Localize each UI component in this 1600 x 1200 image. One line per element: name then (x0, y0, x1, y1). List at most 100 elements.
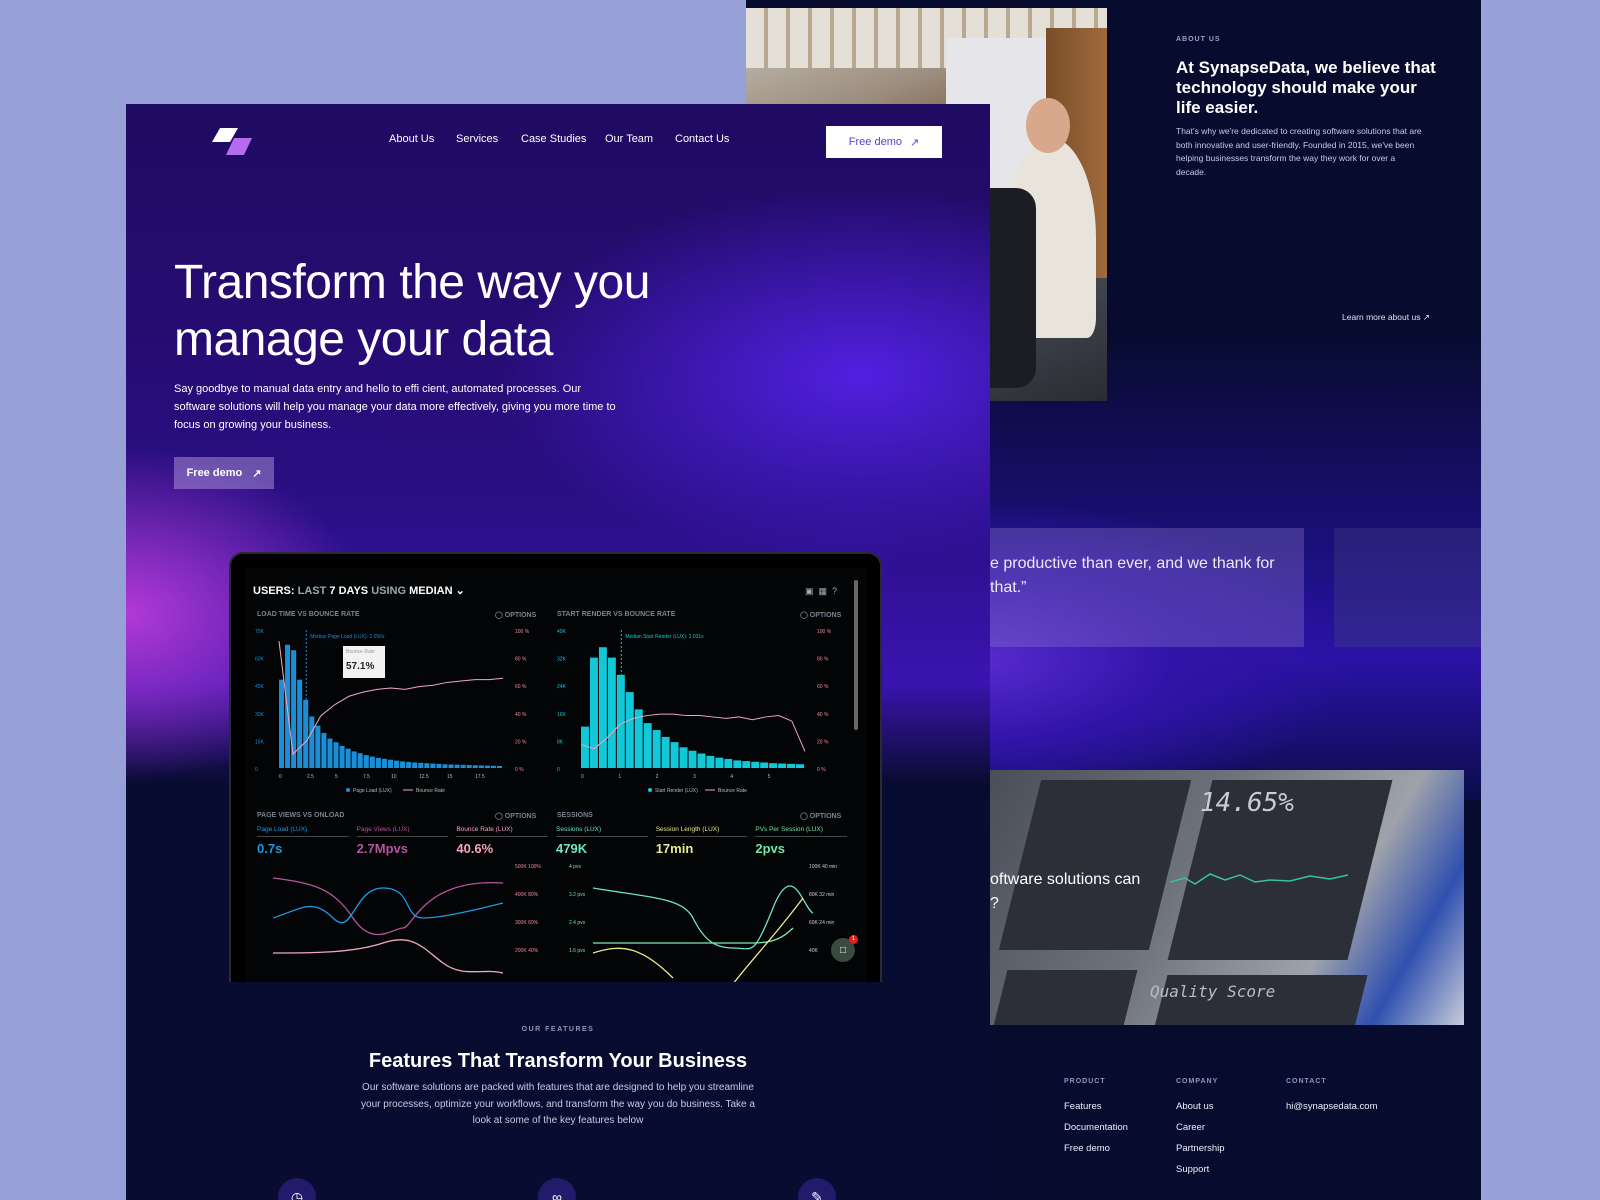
histogram-bar (291, 650, 297, 768)
y-tick-label: 75K (255, 629, 265, 635)
series-line (272, 887, 504, 924)
arrow-up-right-icon: ↗ (909, 136, 920, 149)
sparkline (1170, 873, 1349, 885)
footer-link[interactable]: Career (1176, 1122, 1225, 1133)
testimonial-quote: e productive than ever, and we thank for… (990, 555, 1275, 596)
histogram-bar (490, 765, 496, 768)
y-tick-label: 80 % (515, 657, 527, 663)
free-demo-nav-button[interactable]: Free demo ↗ (826, 126, 942, 158)
series-line (592, 885, 814, 950)
footer-link[interactable]: Partnership (1176, 1143, 1225, 1154)
features-title: Features That Transform Your Business (368, 1050, 748, 1072)
start-render-chart: 40K 32K 24K 16K 8K 0 100 % 80 % 60 % 40 % 20 % 0 % 0… (557, 629, 832, 794)
metric-value: 2pvs (755, 841, 785, 856)
panel-title: PAGE VIEWS VS ONLOAD (257, 812, 345, 819)
footer-link[interactable]: Features (1064, 1101, 1128, 1112)
chevron-down-icon[interactable]: ⌄ (456, 585, 465, 597)
tooltip-value: 57.1% (346, 661, 375, 672)
panel-title: SESSIONS (557, 812, 593, 819)
x-tick-label: 0 (581, 774, 584, 780)
dashboard-screen: USERS: LAST 7 DAYS USING MEDIAN ⌄ ▣▦? LO… (245, 568, 867, 982)
learn-more-link[interactable]: Learn more about us ↗ (1342, 312, 1430, 323)
nav-contact-us[interactable]: Contact Us (675, 133, 729, 145)
histogram-bar (581, 726, 589, 768)
header-mode[interactable]: MEDIAN (409, 585, 452, 597)
export-icon[interactable]: ▦ (819, 586, 833, 596)
ctr-value: 14.65% (1200, 788, 1294, 818)
x-tick-label: 17.5 (475, 774, 485, 780)
histogram-bar (394, 760, 400, 768)
y-tick-label: 100 % (515, 629, 530, 635)
options-label: OPTIONS (809, 813, 842, 820)
y-tick-label: 60 % (817, 684, 829, 690)
y-tick-label: 60 % (515, 684, 527, 690)
x-tick-label: 7.5 (363, 774, 370, 780)
histogram-bar (454, 764, 460, 768)
metrics-row: Page Load (LUX) 0.7s Page Views (LUX) 2.7Mp… (257, 826, 848, 856)
metric-label: Bounce Rate (LUX) (456, 826, 549, 837)
metric-card: Sessions (LUX) 479K (556, 826, 648, 856)
y-tick-label: 0 (557, 767, 560, 773)
y-tick-label: 0 % (817, 767, 826, 773)
nav-our-team[interactable]: Our Team (605, 133, 653, 145)
footer-link[interactable]: About us (1176, 1101, 1225, 1112)
histogram-bar (589, 657, 598, 768)
legend-label: Bounce Rate (718, 788, 747, 794)
chart-icon: ◷ (278, 1178, 316, 1200)
histogram-bar (321, 733, 327, 768)
panel-title: START RENDER VS BOUNCE RATE (557, 611, 676, 618)
histogram-bar (436, 763, 442, 768)
histogram-bar (333, 742, 339, 768)
cta-question: oftware solutions can ? (990, 871, 1141, 912)
histogram-bar (697, 753, 706, 768)
histogram-bar (430, 763, 436, 768)
sessions-charts: 500K 100% 400K 80% 300K 60% 200K 40% 4 pvs 3.… (272, 864, 837, 982)
footer-email-link[interactable]: hi@synapsedata.com (1286, 1101, 1378, 1112)
nav-about-us[interactable]: About Us (389, 133, 434, 145)
help-icon[interactable]: ? (832, 586, 842, 596)
free-demo-hero-button[interactable]: Free demo ↗ (174, 457, 274, 489)
x-tick-label: 15 (447, 774, 453, 780)
nav-case-studies[interactable]: Case Studies (521, 133, 586, 145)
dashboard-header: USERS: LAST 7 DAYS USING MEDIAN ⌄ (253, 584, 465, 597)
options-button[interactable]: ◯ OPTIONS (495, 812, 536, 820)
histogram-bar (643, 723, 652, 768)
x-tick-label: 12.5 (419, 774, 429, 780)
histogram-bar (733, 760, 742, 768)
histogram-bar (279, 679, 285, 768)
hero-subtitle: Say goodbye to manual data entry and hel… (174, 383, 616, 431)
histogram-bar (448, 764, 454, 768)
series-line (272, 939, 504, 974)
free-demo-label: Free demo (848, 136, 902, 148)
footer-link[interactable]: Support (1176, 1164, 1225, 1175)
tooltip: Bounce Rate 57.1% (343, 646, 385, 678)
synapsedata-logo (212, 128, 252, 155)
about-label: ABOUT US (1176, 36, 1221, 43)
y-tick-label: 30K (255, 712, 265, 718)
histogram-bar (369, 756, 375, 768)
y-tick-label: 100 % (817, 629, 832, 635)
x-tick-label: 5 (768, 774, 771, 780)
histogram-bar (751, 761, 760, 768)
learn-more-label: Learn more about us (1342, 312, 1421, 322)
header-using: USING (371, 585, 407, 597)
testimonial-card (1334, 528, 1481, 647)
footer-link[interactable]: Documentation (1064, 1122, 1128, 1133)
chat-button[interactable]: □ 1 (831, 935, 858, 962)
footer-link[interactable]: Free demo (1064, 1143, 1128, 1154)
screen-toolbar-icons[interactable]: ▣▦? (805, 586, 842, 597)
median-label: Median Page Load (LUX): 2.056s (310, 634, 385, 640)
histogram-bar (625, 692, 634, 768)
options-button[interactable]: ◯ OPTIONS (800, 812, 841, 820)
arrow-up-right-icon: ↗ (252, 467, 262, 480)
metric-card: Bounce Rate (LUX) 40.6% (456, 826, 549, 856)
series-line (733, 897, 804, 982)
header-range: LAST (297, 585, 327, 597)
y-tick-label: 0 (255, 767, 258, 773)
scrollbar[interactable] (854, 580, 858, 730)
y-tick-label: 16K (557, 712, 567, 718)
monitor-icon[interactable]: ▣ (805, 586, 819, 596)
y-tick-label: 100K 40 min (809, 864, 837, 870)
metric-value: 2.7Mpvs (356, 841, 408, 856)
nav-services[interactable]: Services (456, 133, 498, 145)
